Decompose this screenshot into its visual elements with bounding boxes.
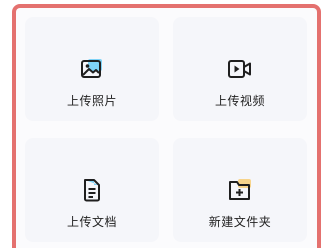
document-icon <box>84 179 100 202</box>
image-icon <box>81 59 102 78</box>
new-folder-button[interactable]: 新建文件夹 <box>173 138 307 242</box>
upload-photo-button[interactable]: 上传照片 <box>25 17 159 121</box>
upload-options-panel: 上传照片 上传视频 上传文档 新建文件夹 <box>12 4 321 248</box>
upload-photo-label: 上传照片 <box>66 94 117 108</box>
upload-document-button[interactable]: 上传文档 <box>25 138 159 242</box>
upload-video-button[interactable]: 上传视频 <box>173 17 307 121</box>
new-folder-icon <box>229 179 251 200</box>
new-folder-label: 新建文件夹 <box>208 215 272 229</box>
upload-document-label: 上传文档 <box>66 215 117 229</box>
upload-video-label: 上传视频 <box>214 94 265 108</box>
video-icon <box>228 60 251 78</box>
